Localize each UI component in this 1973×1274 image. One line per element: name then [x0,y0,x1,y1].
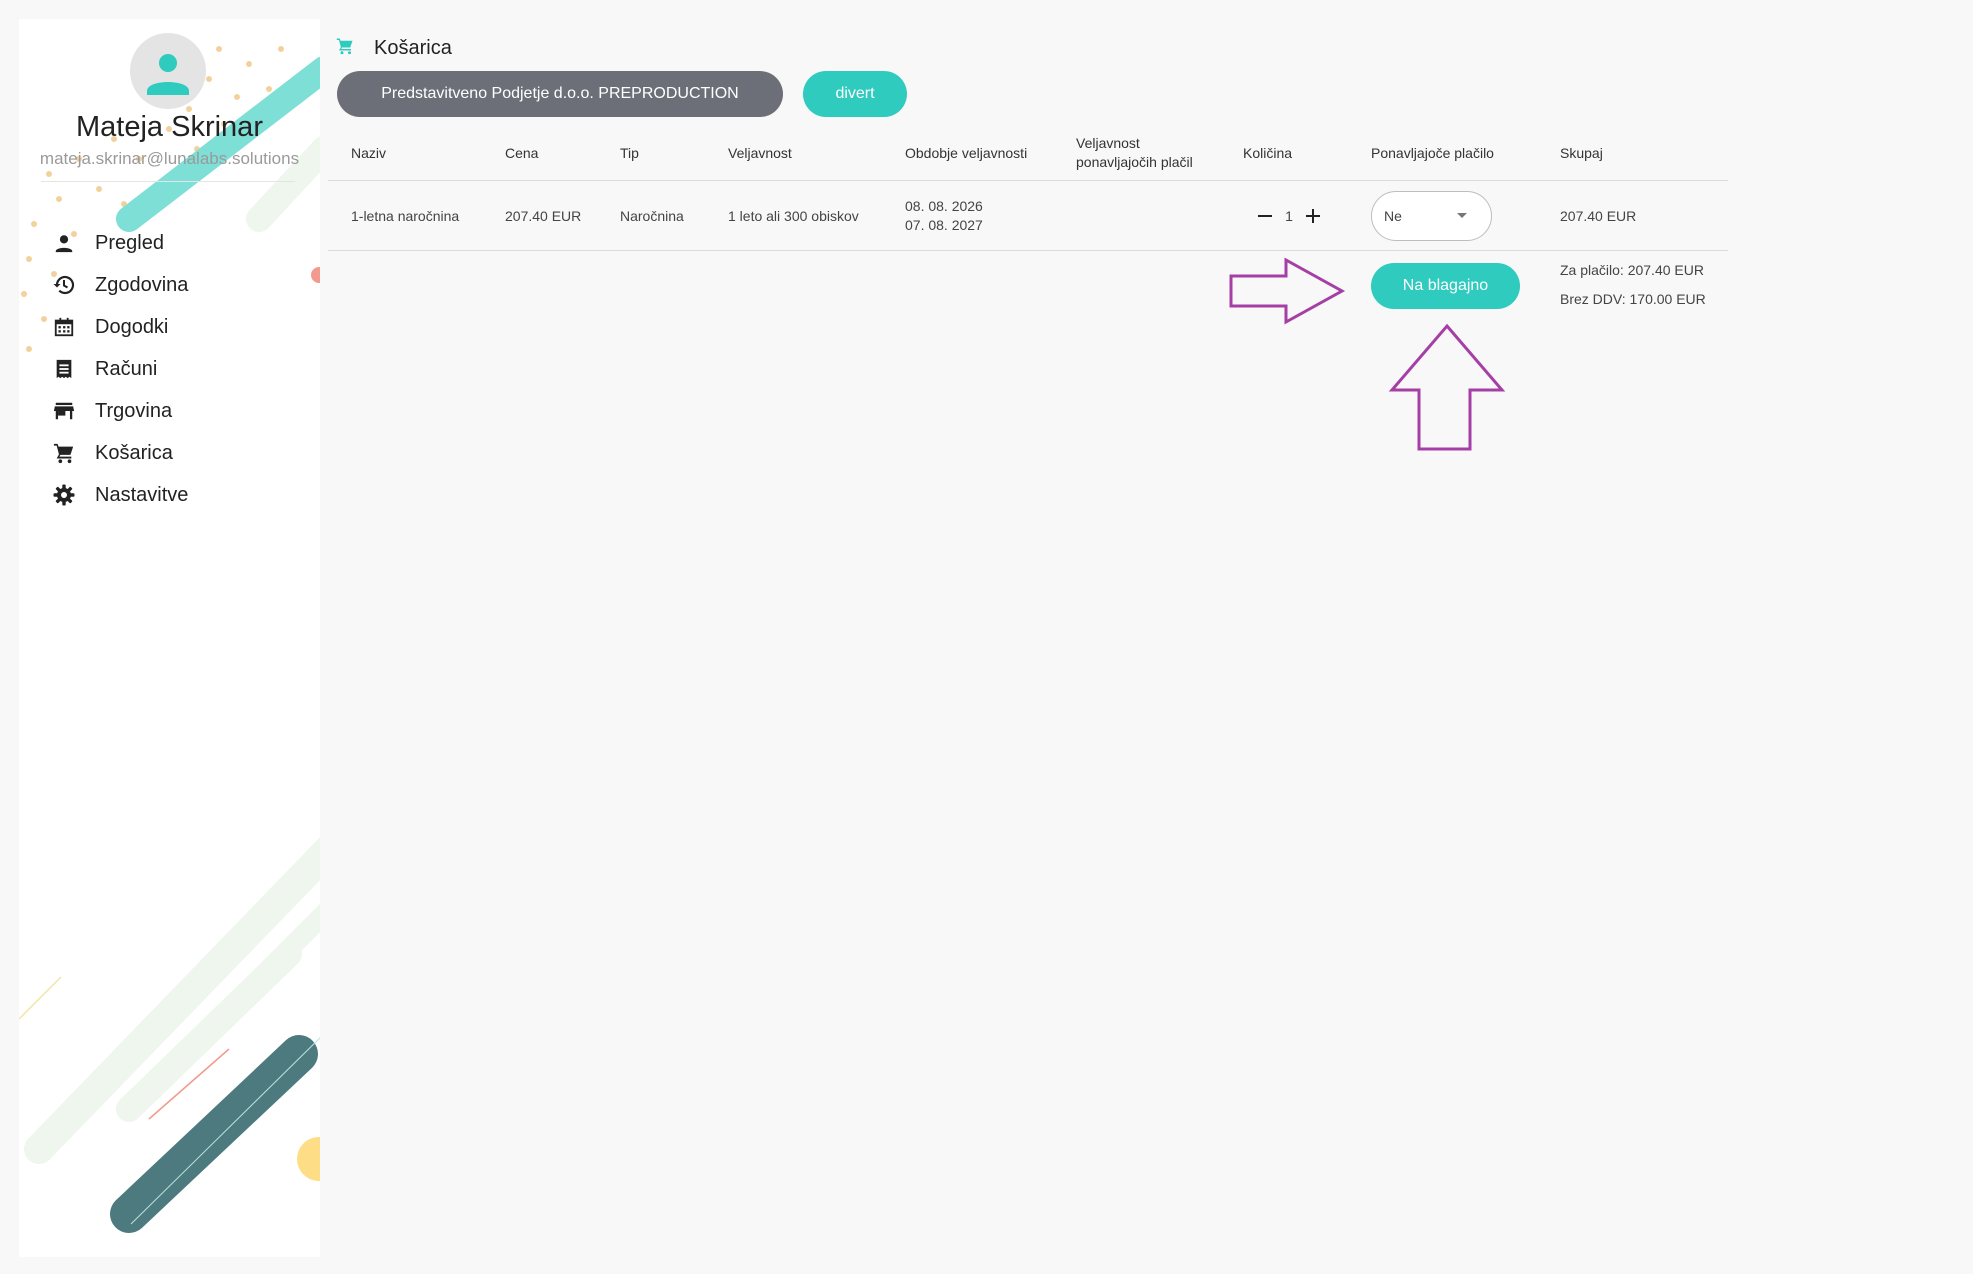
to-pay-amount: Za plačilo: 207.40 EUR [1560,262,1704,278]
cell-total: 207.40 EUR [1560,208,1637,224]
sidebar-item-racuni[interactable]: Računi [51,351,157,387]
sidebar: Mateja Skrinar mateja.skrinar@lunalabs.s… [19,19,320,1257]
column-header-obdobje: Obdobje veljavnosti [905,145,1028,161]
gear-icon [51,482,77,508]
person-icon [51,230,77,256]
page-title: Košarica [374,37,452,59]
divert-button[interactable]: divert [803,71,907,117]
recurring-payment-value: Ne [1384,208,1402,224]
person-icon [147,54,189,95]
column-header-naziv: Naziv [351,145,387,161]
chevron-down-icon [1457,213,1467,218]
quantity-value: 1 [1285,208,1293,224]
sidebar-item-label: Pregled [95,231,164,254]
sidebar-item-label: Dogodki [95,315,169,338]
cell-name: 1-letna naročnina [351,208,460,224]
checkout-button[interactable]: Na blagajno [1371,263,1520,309]
sidebar-item-label: Zgodovina [95,273,189,296]
store-icon [51,398,77,424]
sidebar-decoration [19,46,320,1233]
column-header-veljavnost: Veljavnost [728,145,792,161]
table-row-divider [328,250,1728,251]
sidebar-item-label: Trgovina [95,399,173,422]
avatar[interactable] [130,33,206,109]
column-header-skupaj: Skupaj [1560,145,1603,161]
decrement-button[interactable] [1252,203,1278,229]
sidebar-item-nastavitve[interactable]: Nastavitve [51,477,188,513]
sidebar-divider [41,181,295,182]
user-name: Mateja Skrinar [76,111,263,143]
sidebar-item-trgovina[interactable]: Trgovina [51,393,172,429]
table-header-divider [328,180,1728,181]
recurring-payment-select[interactable]: Ne [1371,191,1492,241]
column-header-ponavljajoce: Ponavljajoče plačilo [1371,145,1494,161]
sidebar-item-label: Košarica [95,441,173,464]
annotation-up-arrow [1388,323,1506,451]
receipt-icon [51,356,77,382]
cart-icon [51,440,77,466]
increment-button[interactable] [1300,203,1326,229]
cell-price: 207.40 EUR [505,208,582,224]
quantity-stepper: 1 [1252,203,1326,229]
column-header-kolicina: Količina [1243,145,1293,161]
annotation-right-arrow [1229,257,1346,325]
sidebar-item-kosarica[interactable]: Košarica [51,435,173,471]
column-header-line: ponavljajočih plačil [1076,154,1193,170]
sidebar-item-label: Računi [95,357,158,380]
company-button[interactable]: Predstavitveno Podjetje d.o.o. PREPRODUC… [337,71,783,117]
user-email: mateja.skrinar@lunalabs.solutions [39,149,300,168]
without-vat-amount: Brez DDV: 170.00 EUR [1560,291,1706,307]
sidebar-item-pregled[interactable]: Pregled [51,225,164,261]
column-header-line: Veljavnost [1076,135,1140,151]
cell-period-start: 08. 08. 2026 [905,198,983,214]
page-header: Košarica [336,37,452,60]
minus-icon [1258,215,1272,217]
column-header-cena: Cena [505,145,539,161]
cell-type: Naročnina [620,208,684,224]
column-header-tip: Tip [620,145,639,161]
cell-validity: 1 leto ali 300 obiskov [728,208,859,224]
cart-icon [336,37,354,60]
cell-period-end: 07. 08. 2027 [905,217,983,233]
sidebar-item-zgodovina[interactable]: Zgodovina [51,267,188,303]
sidebar-item-dogodki[interactable]: Dogodki [51,309,168,345]
calendar-icon [51,314,77,340]
plus-icon [1306,209,1320,223]
column-header-veljavnost-ponavljajocih: Veljavnost ponavljajočih plačil [1076,134,1193,172]
sidebar-item-label: Nastavitve [95,483,189,506]
history-icon [51,272,77,298]
